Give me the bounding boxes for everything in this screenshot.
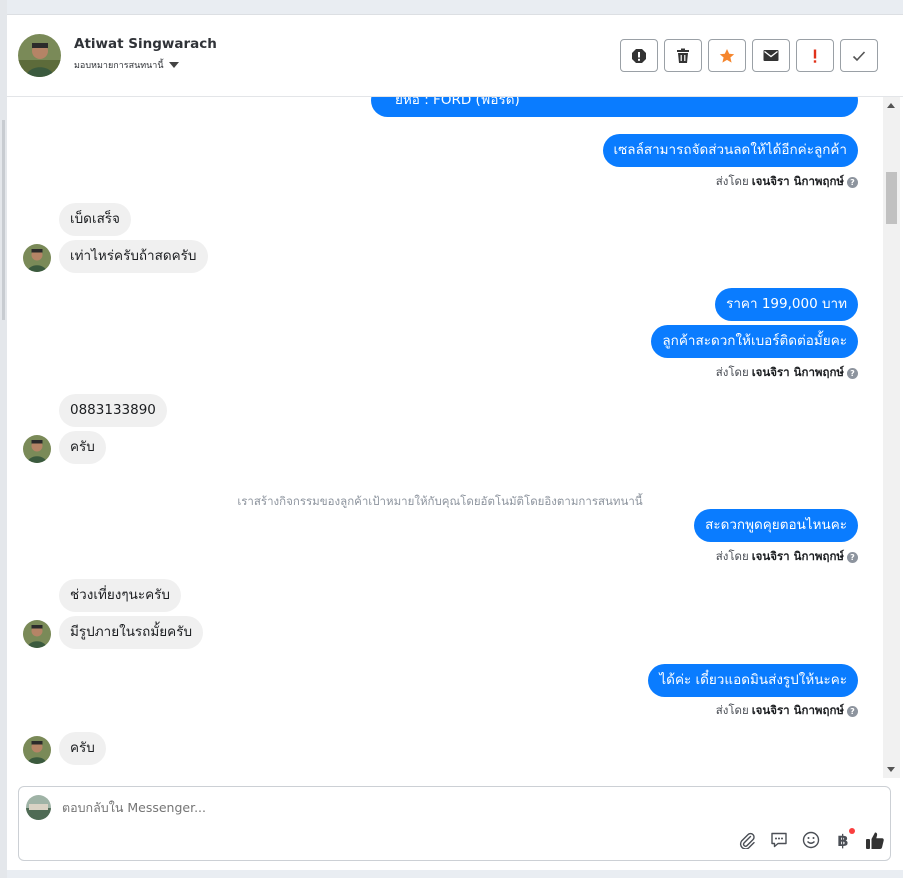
message-outgoing: ยี่ห้อ : FORD (ฟอร์ด) — [371, 97, 858, 117]
star-icon — [719, 48, 735, 63]
message-outgoing: เซลล์สามารถจัดส่วนลดให้ได้อีกค่ะลูกค้า — [602, 134, 858, 167]
caret-down-icon — [168, 62, 179, 68]
like-icon — [866, 832, 884, 849]
emoji-button[interactable] — [800, 829, 822, 851]
spam-button[interactable] — [620, 39, 658, 72]
scroll-down-icon[interactable] — [887, 767, 895, 772]
message-incoming: เท่าไหร่ครับถ้าสดครับ — [59, 240, 208, 273]
composer-tools: ฿ — [736, 828, 886, 851]
payment-icon: ฿ — [837, 830, 849, 850]
message-incoming: 0883133890 — [59, 394, 167, 427]
help-icon[interactable]: ? — [847, 176, 858, 188]
notification-dot — [849, 828, 855, 834]
scroll-up-icon[interactable] — [887, 103, 895, 108]
spam-icon — [632, 48, 646, 63]
reply-template-icon — [771, 832, 787, 848]
scrollbar[interactable] — [883, 97, 900, 778]
help-icon[interactable]: ? — [847, 705, 858, 717]
mail-icon — [763, 50, 779, 61]
message-incoming: ช่วงเที่ยงๆนะครับ — [59, 579, 181, 612]
message-outgoing: สะดวกพูดคุยตอนไหนคะ — [694, 509, 858, 542]
sent-by-label: ส่งโดย เจนจิรา นิกาพฤกษ์ ? — [716, 548, 858, 566]
message-outgoing: ได้ค่ะ เดี๋ยวแอดมินส่งรูปให้นะคะ — [648, 664, 858, 697]
trash-icon — [677, 48, 689, 63]
attach-icon — [739, 832, 755, 849]
assign-label: มอบหมายการสนทนานี้ — [74, 61, 164, 71]
help-icon[interactable]: ? — [847, 551, 858, 563]
message-list[interactable]: ยี่ห้อ : FORD (ฟอร์ด) เซลล์สามารถจัดส่วน… — [7, 97, 903, 778]
mark-unread-button[interactable] — [752, 39, 790, 72]
scrollbar-thumb[interactable] — [886, 172, 897, 224]
delete-button[interactable] — [664, 39, 702, 72]
reply-composer: ฿ — [18, 786, 891, 861]
agent-name: เจนจิรา นิกาพฤกษ์ — [751, 549, 844, 563]
agent-name: เจนจิรา นิกาพฤกษ์ — [751, 174, 844, 188]
attach-button[interactable] — [736, 829, 758, 851]
important-button[interactable] — [796, 39, 834, 72]
important-icon — [813, 49, 817, 63]
agent-name: เจนจิรา นิกาพฤกษ์ — [751, 703, 844, 717]
conversation-header: Atiwat Singwarach มอบหมายการสนทนานี้ — [7, 15, 903, 97]
like-button[interactable] — [864, 829, 886, 851]
message-incoming: เบ็ดเสร็จ — [59, 203, 131, 236]
reply-template-button[interactable] — [768, 829, 790, 851]
avatar — [23, 620, 51, 648]
star-button[interactable] — [708, 39, 746, 72]
header-actions — [620, 39, 878, 72]
conversation-panel: Atiwat Singwarach มอบหมายการสนทนานี้ ยี่… — [7, 14, 903, 870]
reply-input[interactable] — [62, 800, 662, 815]
agent-name: เจนจิรา นิกาพฤกษ์ — [751, 365, 844, 379]
avatar — [23, 736, 51, 764]
payment-button[interactable]: ฿ — [832, 828, 855, 851]
sent-by-label: ส่งโดย เจนจิรา นิกาพฤกษ์ ? — [716, 364, 858, 382]
page-avatar — [26, 795, 51, 820]
message-incoming: มีรูปภายในรถมั้ยครับ — [59, 616, 204, 649]
left-edge — [0, 0, 7, 878]
avatar — [23, 244, 51, 272]
avatar[interactable] — [18, 34, 61, 77]
assign-conversation-dropdown[interactable]: มอบหมายการสนทนานี้ — [74, 58, 179, 72]
message-outgoing: ราคา 199,000 บาท — [715, 288, 858, 321]
sent-by-label: ส่งโดย เจนจิรา นิกาพฤกษ์ ? — [716, 702, 858, 720]
avatar — [23, 435, 51, 463]
message-incoming: ครับ — [59, 732, 106, 765]
emoji-icon — [802, 831, 820, 849]
check-icon — [852, 50, 866, 61]
mark-done-button[interactable] — [840, 39, 878, 72]
sent-by-label: ส่งโดย เจนจิรา นิกาพฤกษ์ ? — [716, 173, 858, 191]
user-name: Atiwat Singwarach — [74, 36, 217, 52]
help-icon[interactable]: ? — [847, 367, 858, 379]
message-outgoing: ลูกค้าสะดวกให้เบอร์ติดต่อมั้ยคะ — [651, 325, 858, 358]
message-incoming: ครับ — [59, 431, 106, 464]
